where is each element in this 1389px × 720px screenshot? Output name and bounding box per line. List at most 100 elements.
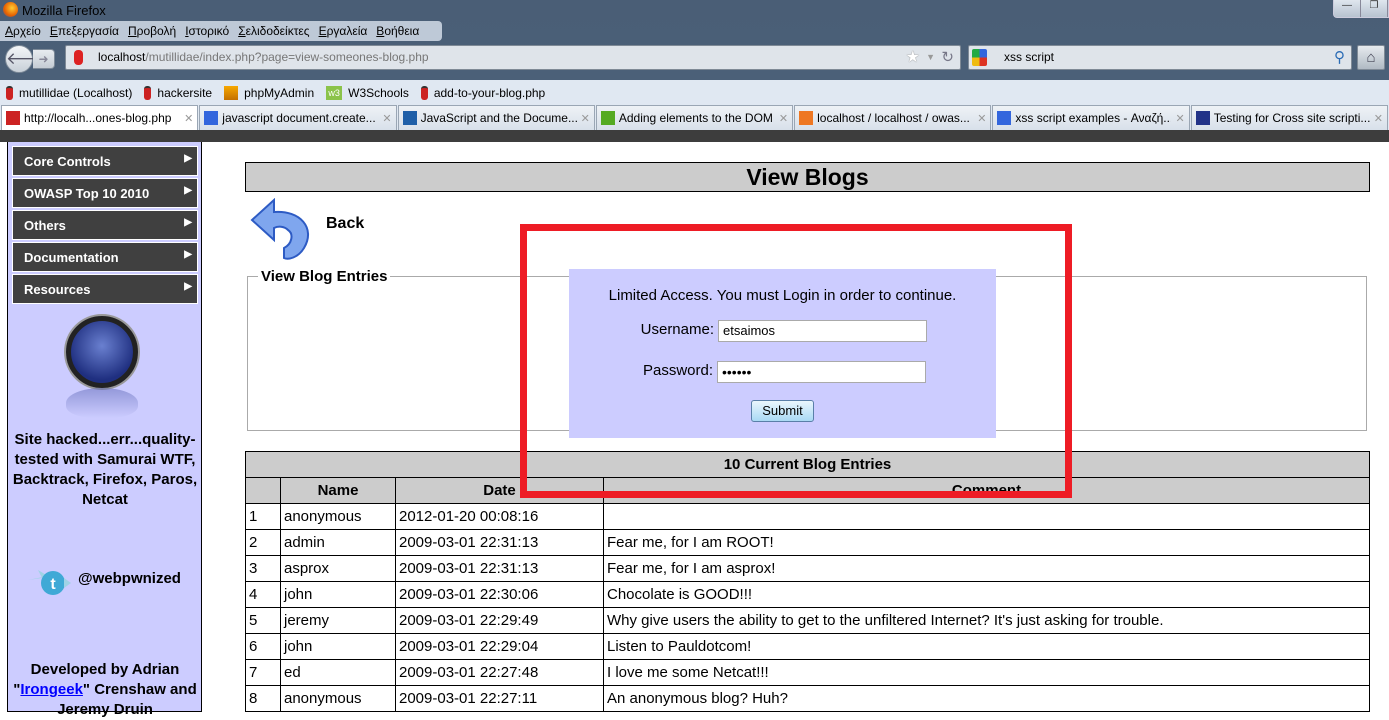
chevron-right-icon: ▶ [184, 281, 192, 292]
table-row: 2 admin 2009-03-01 22:31:13 Fear me, for I … [245, 529, 1370, 556]
bookmark-label: mutillidae (Localhost) [19, 85, 133, 100]
chevron-right-icon: ▶ [184, 217, 192, 228]
menu-view[interactable]: Προβολή [128, 24, 176, 38]
close-tab-icon[interactable]: ✕ [977, 112, 986, 125]
col-header-name: Name [280, 477, 396, 504]
reload-icon[interactable]: ↻ [941, 46, 954, 69]
menu-bookmarks[interactable]: Σελιδοδείκτες [238, 24, 309, 38]
back-arrow-icon[interactable] [248, 198, 316, 260]
sidebar-tagline: Site hacked...err...quality-tested with … [12, 431, 198, 508]
sidebar-item-owasp-top-10[interactable]: OWASP Top 10 2010 ▶ [12, 178, 198, 208]
cell-index: 1 [245, 503, 281, 530]
cell-comment: Why give users the ability to get to the… [603, 607, 1370, 634]
tab-favicon-icon [6, 111, 20, 125]
minimize-icon[interactable]: — [1334, 0, 1361, 17]
sidebar-item-label: Resources [24, 282, 91, 297]
sidebar-item-label: Core Controls [24, 154, 111, 169]
bookmark-w3schools[interactable]: w3 W3Schools [326, 85, 409, 100]
cell-comment: Chocolate is GOOD!!! [603, 581, 1370, 608]
twitter-handle[interactable]: @webpwnized [78, 570, 181, 587]
table-row: 8 anonymous 2009-03-01 22:27:11 An anonymou… [245, 685, 1370, 712]
close-tab-icon[interactable]: ✕ [779, 112, 788, 125]
tab-7[interactable]: Testing for Cross site scripti... ✕ [1190, 105, 1388, 130]
home-button[interactable]: ⌂ [1357, 45, 1385, 70]
close-tab-icon[interactable]: ✕ [382, 112, 391, 125]
bookmark-mutillidae[interactable]: mutillidae (Localhost) [6, 85, 133, 100]
tab-favicon-icon [204, 111, 219, 125]
url-path: /mutillidae/index.php?page=view-someones… [145, 50, 429, 64]
forward-button[interactable]: ➜ [33, 49, 55, 69]
cell-index: 2 [245, 529, 281, 556]
tab-favicon-icon [402, 111, 417, 125]
restore-icon[interactable]: ❐ [1361, 0, 1388, 17]
search-icon[interactable]: ⚲ [1334, 46, 1345, 69]
menu-bar: Αρχείο Επεξεργασία Προβολή Ιστορικό Σελι… [0, 21, 442, 41]
bookmark-star-icon[interactable]: ★ [906, 46, 920, 69]
chevron-right-icon: ▶ [184, 185, 192, 196]
close-tab-icon[interactable]: ✕ [581, 112, 590, 125]
cell-index: 4 [245, 581, 281, 608]
menu-file[interactable]: Αρχείο [5, 24, 41, 38]
nav-bar: 🡐 ➜ localhost/mutillidae/index.php?page=… [0, 42, 1389, 76]
url-dropdown-icon[interactable]: ▼ [926, 46, 935, 69]
menu-history[interactable]: Ιστορικό [185, 24, 229, 38]
bug-icon [420, 85, 428, 100]
tab-label: Testing for Cross site scripti... [1213, 111, 1370, 125]
menu-edit[interactable]: Επεξεργασία [50, 24, 119, 38]
col-header-index [245, 477, 281, 504]
sidebar-item-core-controls[interactable]: Core Controls ▶ [12, 146, 198, 176]
cell-index: 6 [245, 633, 281, 660]
twitter-bird-icon[interactable]: t [26, 566, 72, 600]
page-title: View Blogs [245, 162, 1370, 192]
svg-text:t: t [50, 576, 56, 593]
bookmark-hackersite[interactable]: hackersite [144, 85, 213, 100]
cell-date: 2009-03-01 22:27:11 [395, 685, 604, 712]
url-host: localhost [98, 50, 146, 64]
cell-date: 2012-01-20 00:08:16 [395, 503, 604, 530]
cell-date: 2009-03-01 22:31:13 [395, 555, 604, 582]
google-icon[interactable] [972, 49, 987, 66]
tab-1[interactable]: http://localh...ones-blog.php ✕ [1, 105, 199, 130]
tab-label: javascript document.create... [222, 111, 376, 125]
cell-comment: Listen to Pauldotcom! [603, 633, 1370, 660]
tab-favicon-icon [799, 111, 814, 125]
cell-name: admin [280, 529, 396, 556]
close-tab-icon[interactable]: ✕ [184, 112, 193, 125]
tab-4[interactable]: Adding elements to the DOM ✕ [595, 105, 794, 130]
close-tab-icon[interactable]: ✕ [1175, 112, 1184, 125]
tab-favicon-icon [600, 111, 615, 125]
bookmarks-bar: mutillidae (Localhost) hackersite phpMyA… [0, 80, 1389, 105]
search-value: xss script [1004, 50, 1055, 64]
sidebar-item-label: OWASP Top 10 2010 [24, 186, 150, 201]
menu-tools[interactable]: Εργαλεία [319, 24, 368, 38]
tab-6[interactable]: xss script examples - Αναζή... ✕ [992, 105, 1190, 130]
cell-date: 2009-03-01 22:29:04 [395, 633, 604, 660]
owasp-logo-icon[interactable] [66, 316, 138, 388]
pma-icon [224, 85, 239, 100]
cell-name: john [280, 633, 396, 660]
menu-help[interactable]: Βοήθεια [376, 24, 419, 38]
bookmark-label: hackersite [157, 85, 213, 100]
tab-5[interactable]: localhost / localhost / owas... ✕ [794, 105, 992, 130]
close-tab-icon[interactable]: ✕ [1374, 112, 1383, 125]
developer-credit: Developed by Adrian "Irongeek" Crenshaw … [10, 660, 200, 720]
sidebar-item-others[interactable]: Others ▶ [12, 210, 198, 240]
window-title: Mozilla Firefox [22, 3, 106, 18]
sidebar-item-documentation[interactable]: Documentation ▶ [12, 242, 198, 272]
cell-name: ed [280, 659, 396, 686]
cell-name: anonymous [280, 685, 396, 712]
chevron-right-icon: ▶ [184, 153, 192, 164]
tab-2[interactable]: javascript document.create... ✕ [199, 105, 397, 130]
search-input[interactable]: xss script ⚲ [968, 45, 1352, 70]
annotation-highlight-box [520, 224, 1072, 498]
sidebar-item-label: Others [24, 218, 66, 233]
back-button[interactable]: 🡐 [5, 45, 52, 73]
sidebar-item-resources[interactable]: Resources ▶ [12, 274, 198, 304]
bookmark-add-to-your-blog[interactable]: add-to-your-blog.php [420, 85, 545, 100]
tab-favicon-icon [1195, 111, 1210, 125]
url-bar[interactable]: localhost/mutillidae/index.php?page=view… [65, 45, 961, 70]
irongeek-link[interactable]: Irongeek [20, 681, 83, 698]
bookmark-phpmyadmin[interactable]: phpMyAdmin [224, 85, 314, 100]
back-link[interactable]: Back [326, 215, 364, 233]
tab-3[interactable]: JavaScript and the Docume... ✕ [397, 105, 595, 130]
